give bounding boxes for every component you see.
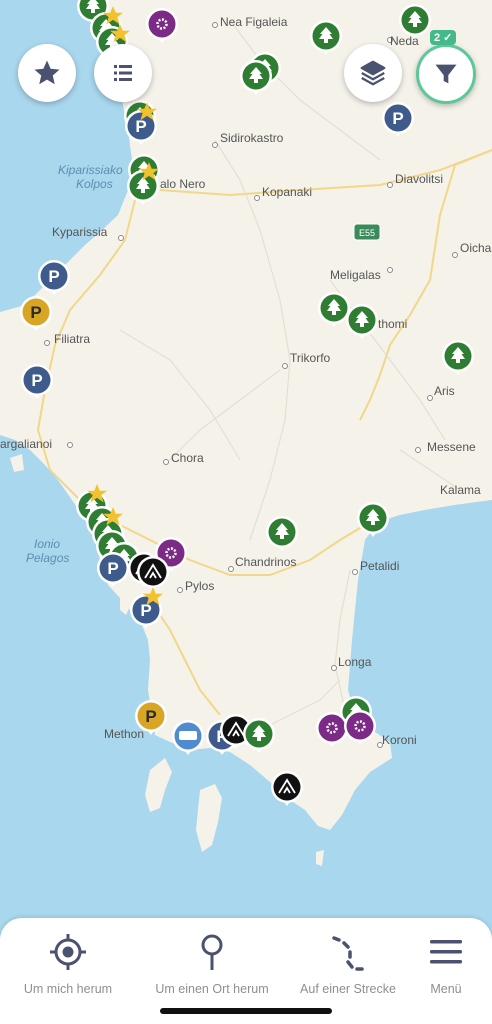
nav-around-place-label: Um einen Ort herum <box>155 982 269 996</box>
place-nea-figaleia: Nea Figaleia <box>220 15 288 29</box>
place-diavolitsi: Diavolitsi <box>395 172 443 186</box>
nav-around-me-label: Um mich herum <box>23 982 113 996</box>
place-ithomi: thomi <box>378 317 407 331</box>
place-trikorfo: Trikorfo <box>290 351 331 365</box>
water-label-kyparissiakos-line2: Kolpos <box>76 177 113 191</box>
svg-text:P: P <box>31 371 42 390</box>
map-canvas[interactable]: E55 Nea Figaleia Neda Sidirokastro Diavo… <box>0 0 492 1024</box>
water-label-ionio-line1: Ionio <box>34 537 60 551</box>
place-chora: Chora <box>171 451 204 465</box>
place-sidirokastro: Sidirokastro <box>220 131 284 145</box>
list-icon <box>114 65 132 81</box>
menu-icon <box>430 940 462 964</box>
pin-search-icon <box>201 934 223 970</box>
crosshair-icon <box>50 934 86 970</box>
nav-around-place[interactable]: Um einen Ort herum <box>142 932 282 996</box>
nav-menu-label: Menü <box>430 982 462 996</box>
svg-text:P: P <box>30 303 41 322</box>
place-meligalas: Meligalas <box>330 268 381 282</box>
active-filter-badge: 2 ✓ <box>430 30 457 45</box>
place-kopanaki: Kopanaki <box>262 185 312 199</box>
star-icon <box>34 60 60 85</box>
map-layers-button[interactable] <box>344 44 402 102</box>
list-view-button[interactable] <box>94 44 152 102</box>
svg-text:P: P <box>145 707 156 726</box>
road-number-label: E55 <box>359 228 375 238</box>
place-longa: Longa <box>338 655 372 669</box>
favorites-button[interactable] <box>18 44 76 102</box>
home-indicator <box>160 1008 332 1014</box>
place-kalamata: Kalama <box>440 483 481 497</box>
place-koroni: Koroni <box>382 733 417 747</box>
svg-text:P: P <box>107 559 118 578</box>
place-oichalia: Oicha <box>460 241 492 255</box>
messinian-gulf <box>360 500 492 760</box>
place-filiatra: Filiatra <box>54 332 90 346</box>
svg-text:P: P <box>48 267 59 286</box>
filter-button[interactable] <box>416 44 476 104</box>
funnel-icon <box>435 64 457 84</box>
svg-text:P: P <box>392 109 403 128</box>
place-aris: Aris <box>434 384 455 398</box>
place-pylos: Pylos <box>185 579 214 593</box>
place-kyparissia: Kyparissia <box>52 225 108 239</box>
svg-text:P: P <box>140 601 151 620</box>
place-kalo-nero: alo Nero <box>160 177 206 191</box>
nav-menu[interactable]: Menü <box>376 932 492 996</box>
layers-icon <box>360 60 386 86</box>
place-messene: Messene <box>427 440 476 454</box>
water-label-kyparissiakos-line1: Kiparissiako <box>58 163 123 177</box>
nav-around-me[interactable]: Um mich herum <box>0 932 138 996</box>
water-label-ionio-line2: Pelagos <box>26 551 69 565</box>
place-gargalianoi: argalianoi <box>0 437 52 451</box>
place-methoni: Methon <box>104 727 144 741</box>
route-icon <box>332 936 364 971</box>
place-chandrinos: Chandrinos <box>235 555 296 569</box>
place-petalidi: Petalidi <box>360 559 399 573</box>
